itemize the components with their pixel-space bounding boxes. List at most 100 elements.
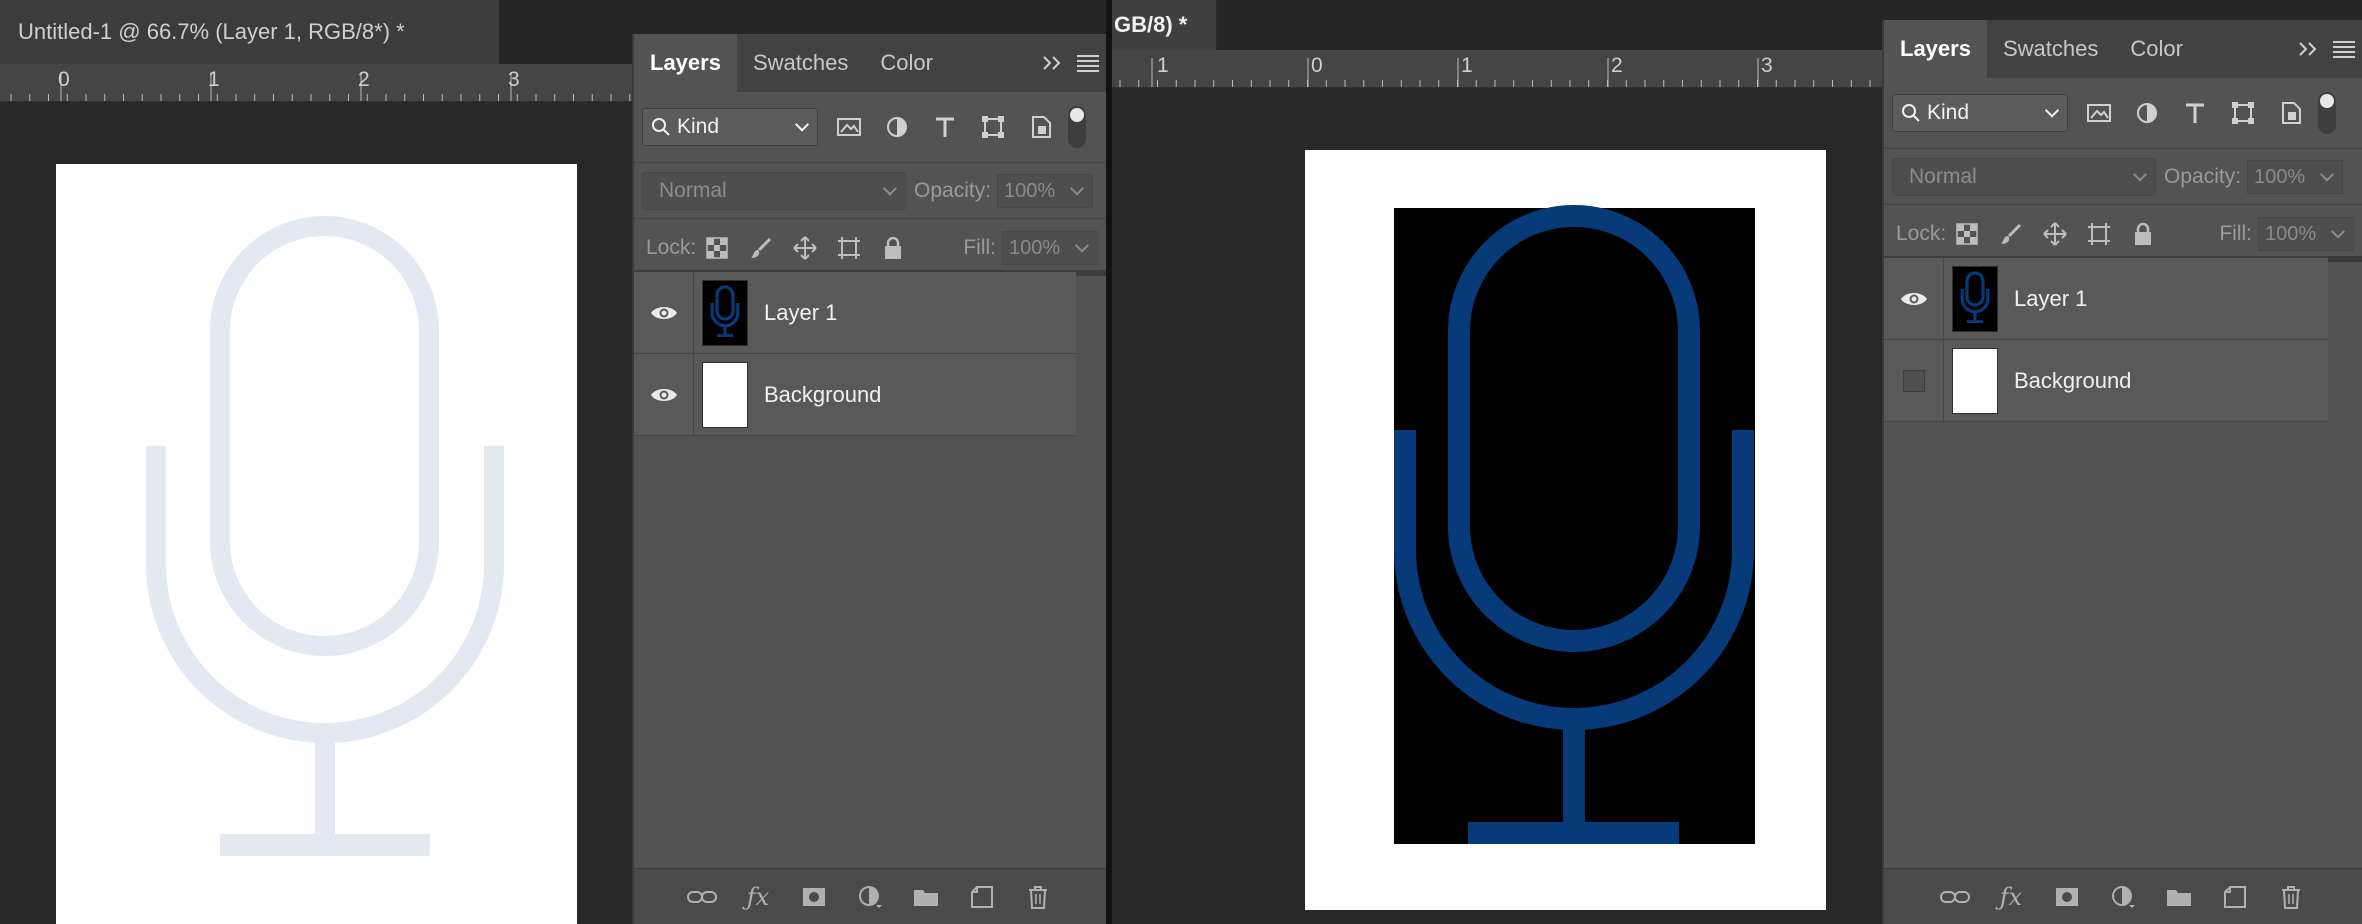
link-layers-icon[interactable] (685, 880, 719, 914)
lock-paint-icon[interactable] (744, 231, 778, 265)
collapse-panel-icon[interactable] (2290, 20, 2326, 78)
layer-row-layer-1[interactable]: Layer 1 (1884, 258, 2328, 340)
layer-row-background[interactable]: Background (1884, 340, 2328, 422)
lock-move-icon[interactable] (788, 231, 822, 265)
toggle-knob (2320, 94, 2334, 108)
lock-move-icon[interactable] (2038, 217, 2072, 251)
divider (634, 162, 1106, 163)
opacity-input[interactable]: 100% (997, 174, 1094, 208)
ruler-number: 3 (1761, 54, 1773, 77)
filter-toggle[interactable] (2318, 92, 2336, 134)
new-group-icon[interactable] (909, 880, 943, 914)
layer-name: Layer 1 (764, 299, 838, 325)
visibility-toggle[interactable] (1884, 340, 1944, 421)
layer-row-layer-1[interactable]: Layer 1 (634, 272, 1076, 354)
lock-row: Lock: Fill: 100% (1884, 206, 2362, 262)
type-filter-icon[interactable] (928, 110, 962, 144)
new-layer-icon[interactable] (2218, 880, 2252, 914)
lock-artboard-icon[interactable] (832, 231, 866, 265)
search-icon (1902, 104, 1920, 122)
lock-transparent-icon[interactable] (700, 231, 734, 265)
lock-all-icon[interactable] (876, 231, 910, 265)
add-mask-icon[interactable] (2050, 880, 2084, 914)
filter-row: Kind (634, 106, 1106, 148)
filter-kind-select[interactable]: Kind (1892, 94, 2068, 132)
filter-kind-label: Kind (677, 115, 720, 138)
chevron-down-icon (2044, 103, 2060, 118)
visibility-toggle[interactable] (634, 354, 694, 435)
microphone-icon (146, 216, 504, 856)
filter-kind-select[interactable]: Kind (642, 108, 818, 146)
fx-icon[interactable]: ƒx (1994, 880, 2028, 914)
chevron-down-icon (882, 181, 898, 196)
panel-menu-icon[interactable] (2326, 20, 2362, 78)
canvas-area[interactable] (0, 102, 634, 924)
blend-mode-select[interactable]: Normal (1892, 158, 2156, 196)
panel-tabs: Layers Swatches Color (634, 34, 1106, 92)
delete-icon[interactable] (1021, 880, 1055, 914)
visibility-toggle[interactable] (1884, 258, 1944, 339)
chevron-down-icon (2319, 167, 2335, 182)
opacity-input[interactable]: 100% (2247, 160, 2344, 194)
smart-object-filter-icon[interactable] (1024, 110, 1058, 144)
document-page (56, 164, 577, 924)
microphone-thumbnail-icon (710, 284, 740, 337)
shape-filter-icon[interactable] (2226, 96, 2260, 130)
delete-icon[interactable] (2274, 880, 2308, 914)
tab-color[interactable]: Color (864, 34, 949, 92)
new-group-icon[interactable] (2162, 880, 2196, 914)
add-mask-icon[interactable] (797, 880, 831, 914)
blend-mode-select[interactable]: Normal (642, 172, 906, 210)
tab-swatches[interactable]: Swatches (1987, 20, 2114, 78)
new-layer-icon[interactable] (965, 880, 999, 914)
shape-filter-icon[interactable] (976, 110, 1010, 144)
panel-menu-icon[interactable] (1070, 34, 1106, 92)
collapse-panel-icon[interactable] (1034, 34, 1070, 92)
fill-input[interactable]: 100% (2258, 217, 2354, 251)
panel-tabs: Layers Swatches Color (1884, 20, 2362, 78)
ruler-number: 1 (208, 68, 220, 91)
canvas-area[interactable] (1112, 88, 1882, 924)
layer-thumbnail (1952, 347, 1998, 414)
document-tab[interactable]: GB/8) * (1112, 0, 1217, 50)
divider (634, 218, 1106, 219)
visibility-toggle[interactable] (634, 272, 694, 353)
ruler-ticks (10, 72, 631, 101)
horizontal-ruler: 0 1 2 3 (0, 64, 634, 102)
filter-toggle[interactable] (1068, 106, 1086, 148)
divider (1884, 148, 2362, 149)
document-tab[interactable]: Untitled-1 @ 66.7% (Layer 1, RGB/8*) * (0, 0, 500, 64)
tab-layers[interactable]: Layers (634, 34, 737, 92)
tab-swatches[interactable]: Swatches (737, 34, 864, 92)
layers-panel: Layers Swatches Color Kind Normal Opacit… (632, 34, 1106, 924)
lock-paint-icon[interactable] (1994, 217, 2028, 251)
lock-row: Lock: Fill: 100% (634, 220, 1106, 276)
adjustment-filter-icon[interactable] (2130, 96, 2164, 130)
link-layers-icon[interactable] (1938, 880, 1972, 914)
image-filter-icon[interactable] (2082, 96, 2116, 130)
lock-all-icon[interactable] (2126, 217, 2160, 251)
opacity-label: Opacity: (2164, 165, 2242, 188)
lock-transparent-icon[interactable] (1950, 217, 1984, 251)
opacity-value: 100% (2254, 165, 2306, 188)
panel-footer: ƒx (1884, 868, 2362, 924)
fill-input[interactable]: 100% (1002, 231, 1098, 265)
image-filter-icon[interactable] (832, 110, 866, 144)
layer-thumbnail (1952, 265, 1998, 332)
fill-label: Fill: (963, 236, 996, 259)
adjustment-filter-icon[interactable] (880, 110, 914, 144)
layer-row-background[interactable]: Background (634, 354, 1076, 436)
layers-panel: Layers Swatches Color Kind Normal Opacit… (1882, 20, 2362, 924)
horizontal-ruler: 1 0 1 2 3 (1112, 50, 1882, 88)
fx-icon[interactable]: ƒx (741, 880, 775, 914)
tab-color[interactable]: Color (2114, 20, 2199, 78)
smart-object-filter-icon[interactable] (2274, 96, 2308, 130)
new-adjustment-icon[interactable] (2106, 880, 2140, 914)
tab-layers[interactable]: Layers (1884, 20, 1987, 78)
new-adjustment-icon[interactable] (853, 880, 887, 914)
ruler-number: 1 (1461, 54, 1473, 77)
fill-value: 100% (1009, 236, 1061, 259)
eye-icon (650, 306, 677, 319)
type-filter-icon[interactable] (2178, 96, 2212, 130)
lock-artboard-icon[interactable] (2082, 217, 2116, 251)
